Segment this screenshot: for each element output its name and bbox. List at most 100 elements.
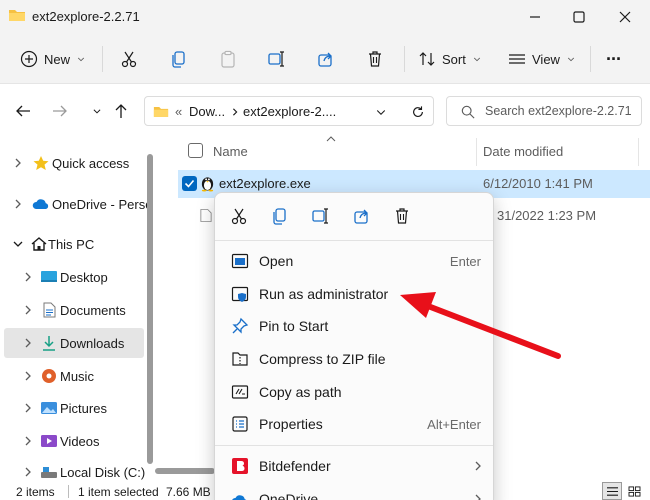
menu-item-compress-zip[interactable]: Compress to ZIP file bbox=[221, 343, 489, 375]
menu-item-label: Open bbox=[259, 253, 294, 269]
title-bar: ext2explore-2.2.71 bbox=[0, 0, 650, 34]
nav-label: Pictures bbox=[60, 400, 107, 416]
checkmark-icon bbox=[184, 179, 195, 188]
horizontal-scrollbar[interactable] bbox=[155, 468, 215, 474]
minimize-button[interactable] bbox=[512, 0, 558, 34]
search-box[interactable]: Search ext2explore-2.2.71 bbox=[446, 96, 642, 126]
chevron-right-icon[interactable] bbox=[12, 157, 24, 169]
nav-label: OneDrive - Perso bbox=[52, 196, 153, 212]
tux-penguin-icon bbox=[201, 177, 214, 192]
context-cut-button[interactable] bbox=[228, 205, 250, 227]
back-button[interactable] bbox=[12, 100, 34, 122]
column-separator[interactable] bbox=[638, 138, 639, 166]
context-copy-button[interactable] bbox=[269, 205, 291, 227]
path-icon bbox=[231, 385, 249, 399]
close-button[interactable] bbox=[602, 0, 648, 34]
chevron-right-icon[interactable] bbox=[22, 370, 34, 382]
tiles-view-icon bbox=[628, 485, 640, 497]
chevron-down-icon bbox=[567, 57, 575, 62]
more-options-button[interactable]: ··· bbox=[606, 44, 622, 74]
nav-item-music[interactable]: Music bbox=[4, 361, 144, 391]
address-bar[interactable]: « Dow... ext2explore-2.... bbox=[144, 96, 434, 126]
breadcrumb-downloads[interactable]: Dow... bbox=[189, 104, 225, 119]
arrow-right-icon bbox=[53, 105, 67, 117]
nav-item-this-pc[interactable]: This PC bbox=[4, 229, 144, 259]
document-icon bbox=[43, 302, 56, 318]
nav-scrollbar[interactable] bbox=[147, 154, 153, 464]
nav-item-documents[interactable]: Documents bbox=[4, 295, 144, 325]
delete-button[interactable] bbox=[366, 44, 384, 74]
rename-icon bbox=[312, 208, 328, 224]
maximize-icon bbox=[573, 11, 585, 23]
nav-item-pictures[interactable]: Pictures bbox=[4, 393, 144, 423]
desktop-icon bbox=[41, 271, 57, 282]
menu-item-label: OneDrive bbox=[259, 491, 319, 500]
row-checkbox[interactable] bbox=[182, 176, 197, 191]
refresh-icon[interactable] bbox=[411, 105, 425, 119]
menu-item-open[interactable]: Open Enter bbox=[221, 245, 489, 277]
copy-button[interactable] bbox=[170, 44, 188, 74]
divider bbox=[590, 46, 591, 72]
select-all-checkbox[interactable] bbox=[188, 143, 203, 158]
folder-icon bbox=[9, 10, 25, 21]
chevron-right-icon[interactable] bbox=[22, 337, 34, 349]
star-icon bbox=[33, 156, 49, 170]
chevron-right-icon[interactable] bbox=[22, 304, 34, 316]
up-button[interactable] bbox=[110, 100, 132, 122]
chevron-right-icon bbox=[233, 108, 238, 116]
menu-item-run-as-administrator[interactable]: Run as administrator bbox=[221, 278, 489, 310]
menu-item-properties[interactable]: Properties Alt+Enter bbox=[221, 408, 489, 440]
copy-icon bbox=[273, 208, 286, 225]
nav-label: Music bbox=[60, 368, 94, 384]
new-button[interactable]: New bbox=[20, 44, 86, 74]
column-separator[interactable] bbox=[476, 138, 477, 166]
dropdown-recent-button[interactable] bbox=[86, 100, 108, 122]
rename-icon bbox=[268, 51, 284, 67]
breadcrumb-current[interactable]: ext2explore-2.... bbox=[243, 104, 336, 119]
nav-item-desktop[interactable]: Desktop bbox=[4, 262, 144, 292]
context-menu-toolbar bbox=[215, 193, 493, 239]
menu-item-onedrive[interactable]: OneDrive bbox=[221, 483, 489, 500]
details-view-icon bbox=[606, 486, 618, 496]
menu-item-copy-as-path[interactable]: Copy as path bbox=[221, 376, 489, 408]
chevron-right-icon[interactable] bbox=[22, 435, 34, 447]
nav-label: Desktop bbox=[60, 269, 108, 285]
new-label: New bbox=[44, 51, 71, 67]
divider bbox=[68, 485, 69, 498]
search-icon bbox=[461, 105, 475, 119]
scissors-icon bbox=[231, 208, 247, 225]
breadcrumb-overflow[interactable]: « bbox=[175, 104, 182, 119]
chevron-right-icon[interactable] bbox=[22, 402, 34, 414]
nav-item-downloads[interactable]: Downloads bbox=[4, 328, 144, 358]
column-header-name[interactable]: Name bbox=[213, 144, 248, 159]
nav-item-quick-access[interactable]: Quick access bbox=[4, 148, 144, 178]
trash-icon bbox=[369, 51, 381, 67]
paste-button[interactable] bbox=[219, 44, 237, 74]
context-delete-button[interactable] bbox=[391, 205, 413, 227]
chevron-right-icon bbox=[475, 494, 481, 500]
context-rename-button[interactable] bbox=[310, 205, 332, 227]
shield-icon bbox=[231, 286, 249, 302]
chevron-right-icon[interactable] bbox=[22, 271, 34, 283]
maximize-button[interactable] bbox=[556, 0, 602, 34]
menu-item-label: Pin to Start bbox=[259, 318, 329, 334]
view-button[interactable]: View bbox=[508, 44, 576, 74]
file-date: 31/2022 1:23 PM bbox=[497, 208, 597, 223]
chevron-right-icon[interactable] bbox=[12, 198, 24, 210]
chevron-right-icon[interactable] bbox=[22, 466, 34, 478]
share-button[interactable] bbox=[317, 44, 335, 74]
menu-item-pin-to-start[interactable]: Pin to Start bbox=[221, 310, 489, 342]
forward-button[interactable] bbox=[49, 100, 71, 122]
tiles-view-button[interactable] bbox=[624, 482, 644, 500]
sort-button[interactable]: Sort bbox=[418, 44, 482, 74]
context-share-button[interactable] bbox=[351, 205, 373, 227]
chevron-down-icon[interactable] bbox=[375, 106, 387, 118]
nav-item-videos[interactable]: Videos bbox=[4, 426, 144, 456]
chevron-down-icon[interactable] bbox=[12, 238, 24, 250]
column-header-date[interactable]: Date modified bbox=[483, 144, 563, 159]
nav-item-onedrive[interactable]: OneDrive - Perso bbox=[4, 189, 152, 219]
cut-button[interactable] bbox=[120, 44, 138, 74]
menu-item-bitdefender[interactable]: Bitdefender bbox=[221, 450, 489, 482]
details-view-button[interactable] bbox=[602, 482, 622, 500]
rename-button[interactable] bbox=[268, 44, 286, 74]
